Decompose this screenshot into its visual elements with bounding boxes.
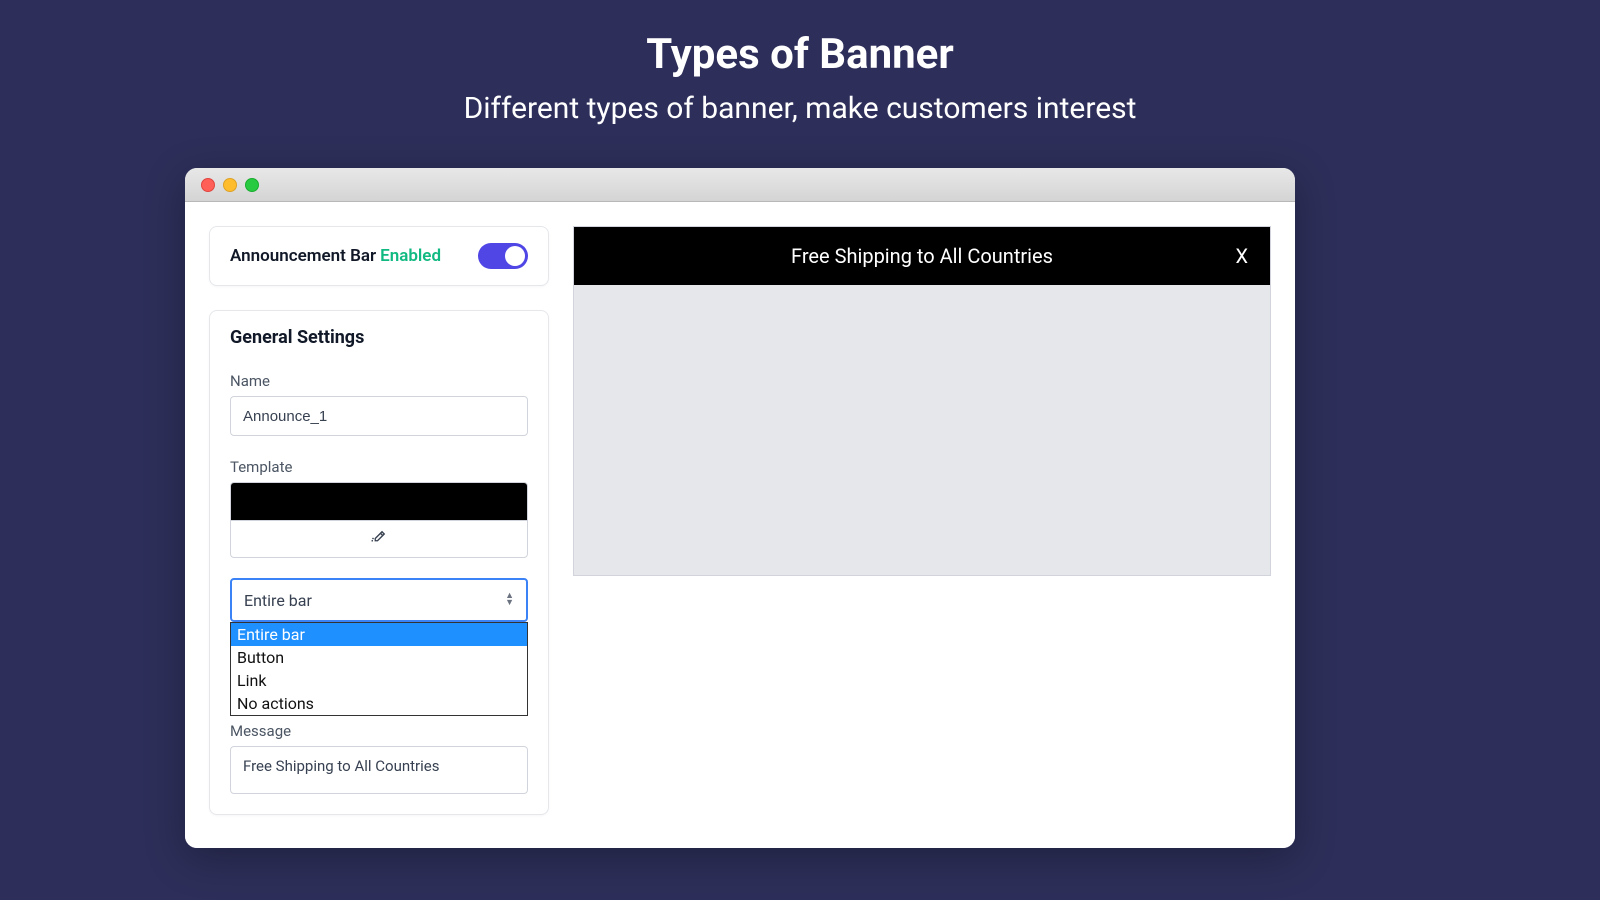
message-label: Message	[230, 722, 528, 740]
template-preview-swatch[interactable]	[230, 482, 528, 520]
window-body: Announcement Bar Enabled General Setting…	[185, 202, 1295, 848]
preview-page-body	[574, 285, 1270, 575]
name-label: Name	[230, 372, 528, 390]
app-window: Announcement Bar Enabled General Setting…	[185, 168, 1295, 848]
settings-panel: Announcement Bar Enabled General Setting…	[209, 226, 549, 824]
toggle-knob	[505, 246, 525, 266]
edit-template-icon	[369, 528, 389, 551]
preview-banner-text: Free Shipping to All Countries	[791, 244, 1053, 268]
close-window-button[interactable]	[201, 178, 215, 192]
message-input[interactable]: Free Shipping to All Countries	[230, 746, 528, 794]
template-edit-button[interactable]	[230, 520, 528, 558]
select-chevron-icon: ▲▼	[505, 593, 514, 607]
enable-status: Enabled	[380, 246, 441, 266]
message-block: Message Free Shipping to All Countries	[230, 722, 528, 798]
action-select[interactable]: Entire bar ▲▼	[230, 578, 528, 622]
dropdown-item-entire-bar[interactable]: Entire bar	[231, 623, 527, 646]
dropdown-item-link[interactable]: Link	[231, 669, 527, 692]
name-input[interactable]	[230, 396, 528, 436]
hero-title: Types of Banner	[0, 30, 1600, 79]
enable-label-wrap: Announcement Bar Enabled	[230, 246, 441, 266]
mac-titlebar	[185, 168, 1295, 202]
general-settings-card: General Settings Name Template	[209, 310, 549, 815]
template-label: Template	[230, 458, 528, 476]
preview-panel: Free Shipping to All Countries X	[573, 226, 1271, 824]
action-select-wrap: Entire bar ▲▼ Entire bar Button Link No …	[230, 578, 528, 716]
dropdown-item-no-actions[interactable]: No actions	[231, 692, 527, 715]
hero-section: Types of Banner Different types of banne…	[0, 0, 1600, 126]
preview-announcement-bar: Free Shipping to All Countries X	[574, 227, 1270, 285]
action-select-value: Entire bar	[244, 591, 312, 610]
minimize-window-button[interactable]	[223, 178, 237, 192]
enable-label: Announcement Bar	[230, 246, 376, 266]
dropdown-item-button[interactable]: Button	[231, 646, 527, 669]
action-dropdown: Entire bar Button Link No actions	[230, 622, 528, 716]
enable-toggle[interactable]	[478, 243, 528, 269]
general-settings-title: General Settings	[230, 327, 528, 348]
maximize-window-button[interactable]	[245, 178, 259, 192]
hero-subtitle: Different types of banner, make customer…	[0, 91, 1600, 126]
enable-card: Announcement Bar Enabled	[209, 226, 549, 286]
preview-frame: Free Shipping to All Countries X	[573, 226, 1271, 576]
preview-banner-close-icon[interactable]: X	[1235, 244, 1248, 268]
